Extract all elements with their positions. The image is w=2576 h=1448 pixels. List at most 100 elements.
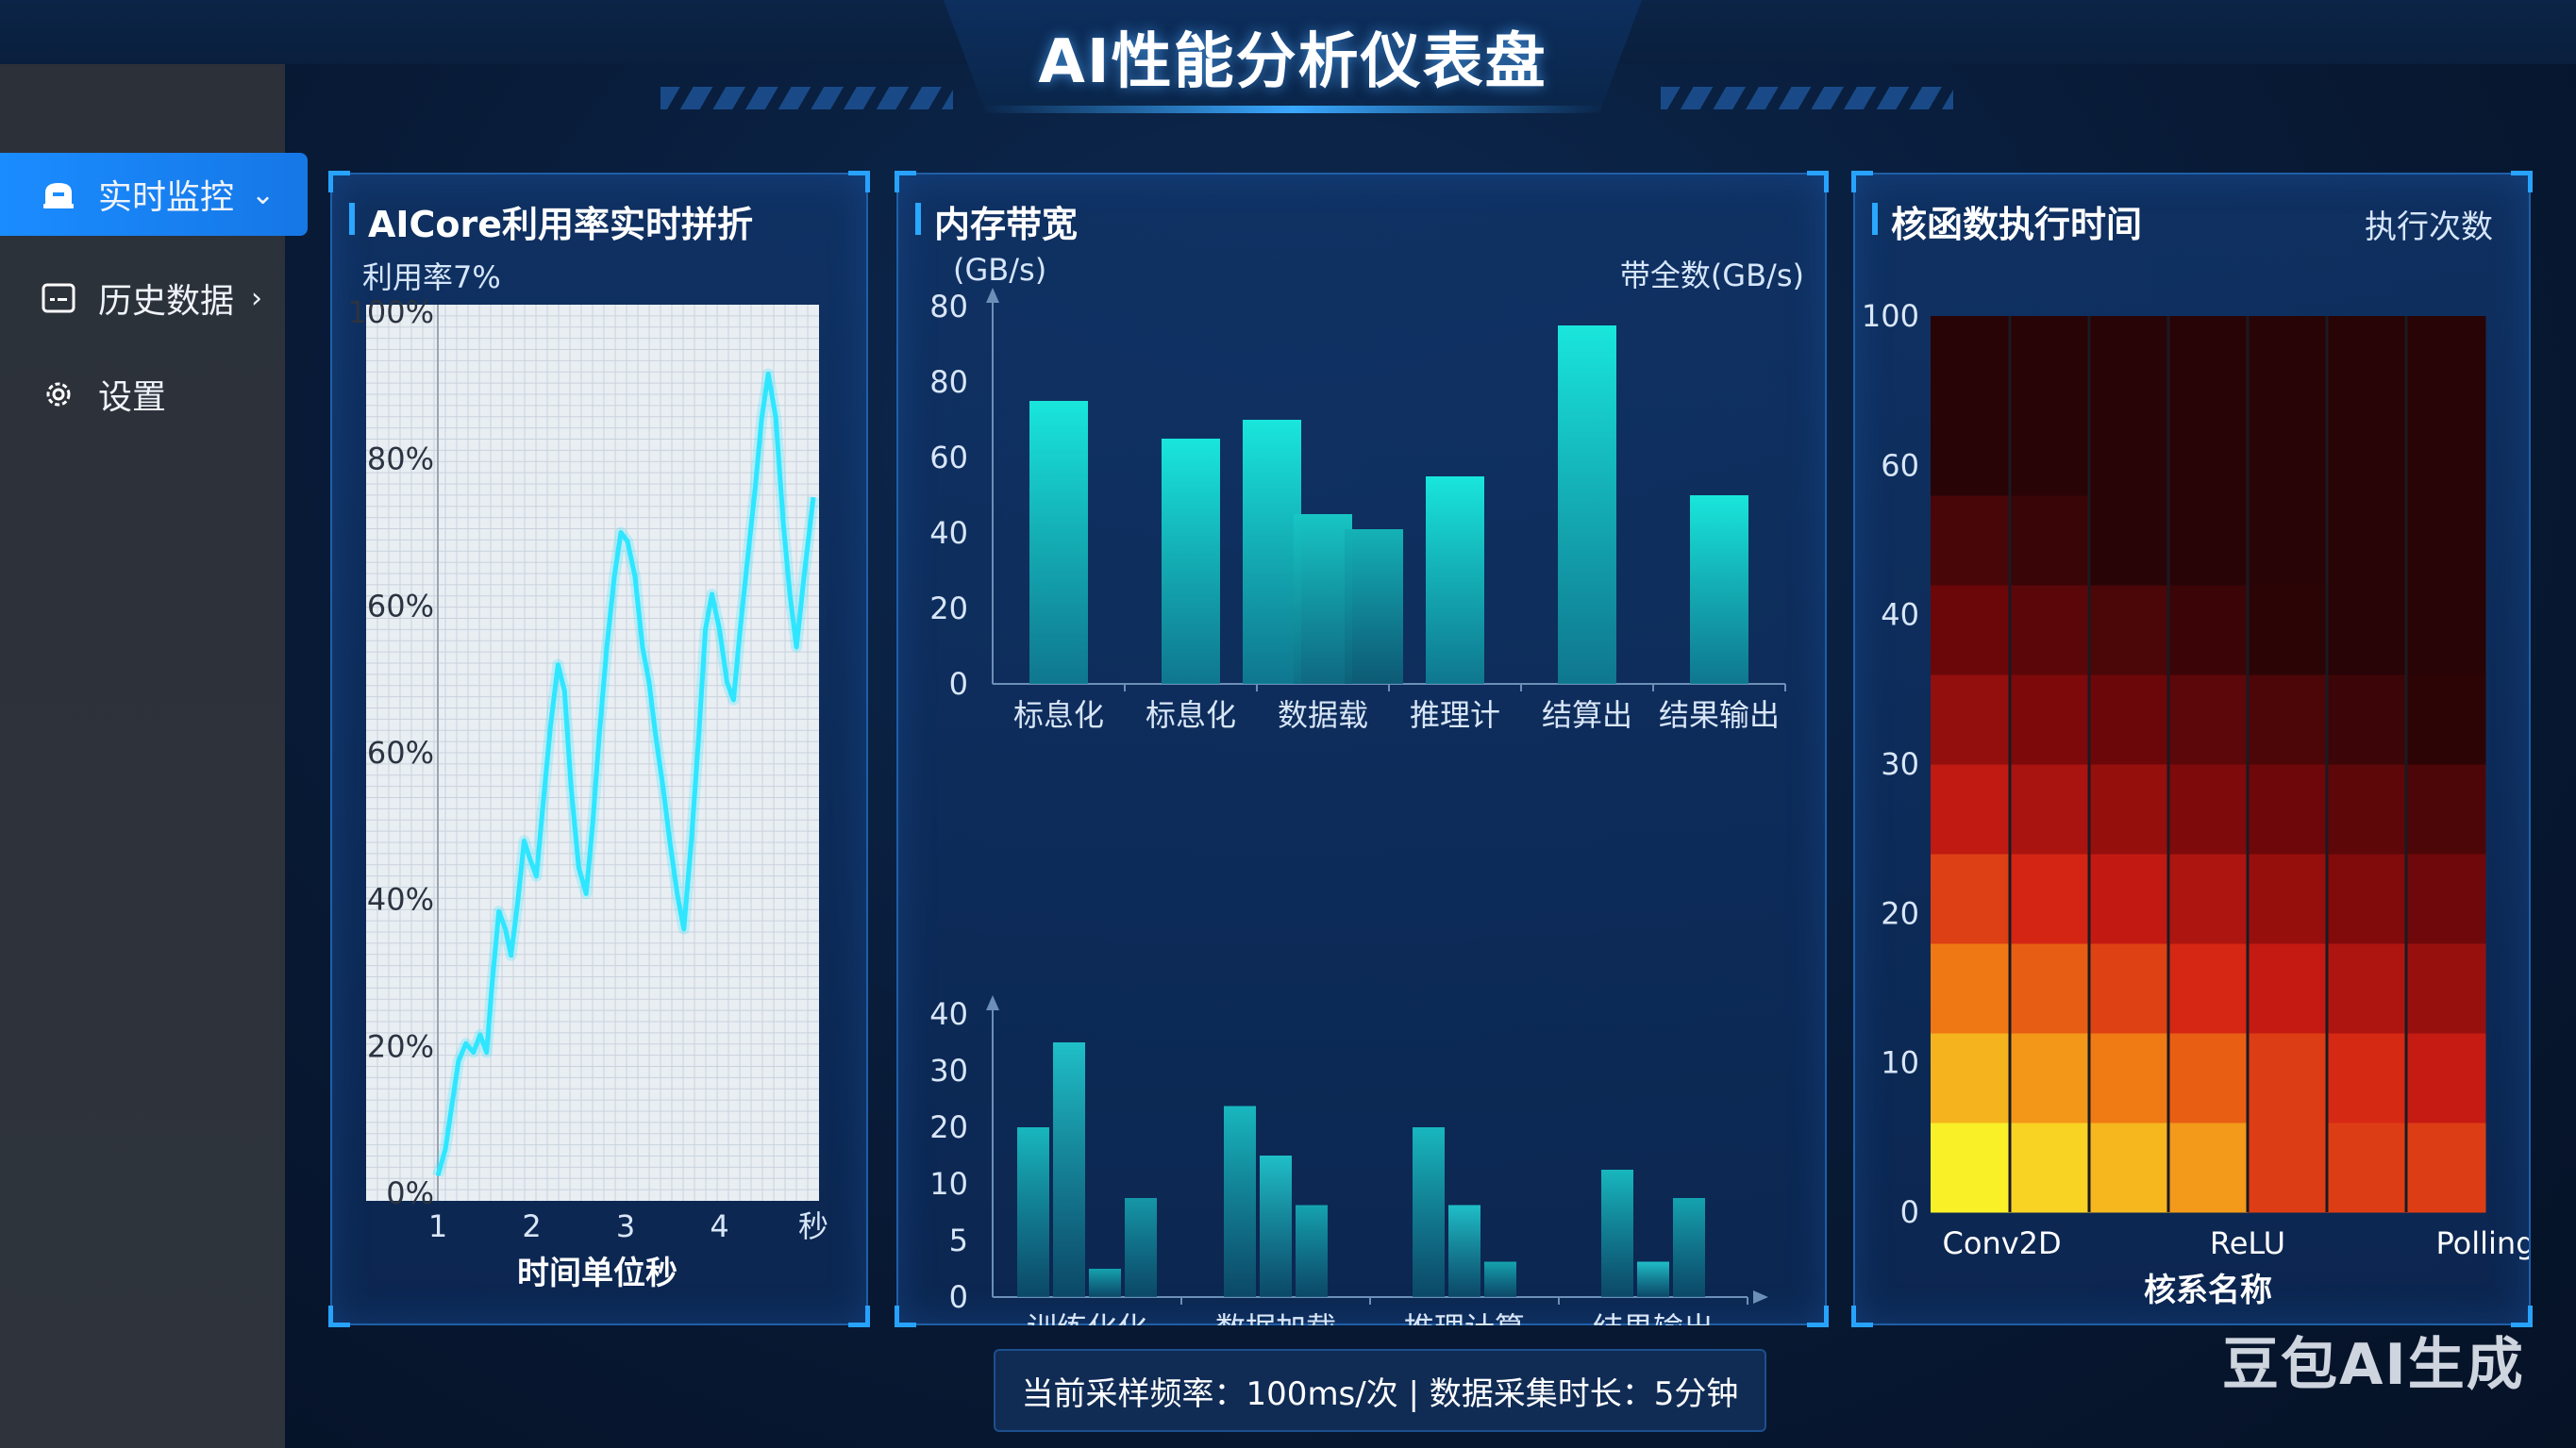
heatmap-cell bbox=[2168, 495, 2249, 586]
y-axis-arrow bbox=[986, 288, 999, 303]
heatmap-cell bbox=[2327, 674, 2407, 765]
x-tick-label: ReLU bbox=[2210, 1225, 2285, 1261]
bar bbox=[1690, 495, 1748, 684]
heatmap-cell bbox=[2406, 854, 2486, 944]
y-tick-label: 60 bbox=[929, 440, 968, 475]
y-axis-arrow bbox=[986, 995, 999, 1010]
x-axis-title: 核系名称 bbox=[2144, 1272, 2272, 1309]
bar bbox=[1260, 1156, 1292, 1297]
x-tick-label: 标息化 bbox=[1146, 697, 1236, 733]
bar bbox=[1053, 1042, 1085, 1297]
heatmap-cell bbox=[2089, 764, 2169, 855]
bar bbox=[1125, 1198, 1157, 1297]
x-axis-arrow bbox=[1753, 1290, 1768, 1304]
heatmap-cell bbox=[2406, 764, 2486, 855]
bar bbox=[1413, 1127, 1445, 1297]
heatmap-cell bbox=[2406, 674, 2486, 765]
bar bbox=[1296, 1205, 1328, 1297]
heatmap-cell bbox=[2248, 674, 2328, 765]
heatmap-cell bbox=[2089, 406, 2169, 496]
y-tick-label: 10 bbox=[929, 1166, 968, 1202]
heatmap-cell bbox=[2327, 495, 2407, 586]
heatmap-cell bbox=[2089, 585, 2169, 675]
heatmap-cell bbox=[2248, 406, 2328, 496]
y-tick-label: 0 bbox=[949, 1279, 968, 1315]
x-tick-label: 1 bbox=[428, 1208, 447, 1244]
y-tick-label: 100% bbox=[348, 294, 434, 330]
heatmap-cell bbox=[2168, 406, 2249, 496]
heatmap-cell bbox=[2327, 943, 2407, 1034]
heatmap-cell bbox=[2327, 1033, 2407, 1123]
y-tick-label: 20% bbox=[367, 1028, 434, 1064]
heatmap-cell bbox=[2089, 1033, 2169, 1123]
heatmap-cell bbox=[2406, 316, 2486, 407]
y-tick-label: 5 bbox=[949, 1223, 968, 1258]
x-tick-label: 推理计 bbox=[1410, 697, 1500, 733]
bar bbox=[1089, 1269, 1121, 1297]
aicore-line-chart: 0% 20% 40% 60% 60% 80% 100% 1 2 3 4 秒时间单位秒 bbox=[348, 294, 828, 1292]
heatmap-cell bbox=[2010, 1123, 2090, 1213]
title-glow bbox=[981, 106, 1604, 113]
y-tick-label: 20 bbox=[929, 1109, 968, 1145]
y-tick-label: 0 bbox=[1900, 1194, 1919, 1230]
x-tick-label: 3 bbox=[616, 1208, 635, 1244]
x-tick-label: 标息化 bbox=[1013, 697, 1104, 733]
panel-kernel-time: 核函数执行时间 执行次数 0 10 20 30 40 60 100 Conv2D ReLU Pol… bbox=[1851, 171, 2533, 1327]
x-tick-label: 训练化化 bbox=[1027, 1310, 1147, 1325]
kernel-heatmap: 0 10 20 30 40 60 100 Conv2D ReLU Polling 核系名称 bbox=[1862, 298, 2529, 1309]
x-tick-label: 2 bbox=[522, 1208, 541, 1244]
y-tick-label: 30 bbox=[1881, 746, 1919, 782]
y-tick-label: 80 bbox=[929, 289, 968, 325]
y-tick-label: 40 bbox=[929, 515, 968, 551]
y-tick-label: 60 bbox=[1881, 447, 1919, 483]
y-tick-label: 60% bbox=[367, 735, 434, 771]
y-tick-label: 0 bbox=[949, 666, 968, 702]
sidebar-item-label: 设置 bbox=[98, 378, 167, 417]
monitor-icon bbox=[38, 174, 79, 215]
y-tick-label: 80% bbox=[367, 441, 434, 477]
heatmap-cell bbox=[1931, 943, 2011, 1034]
heatmap-cell bbox=[2168, 764, 2249, 855]
heatmap-cell bbox=[2010, 585, 2090, 675]
heatmap-cell bbox=[2327, 1123, 2407, 1213]
bar bbox=[1029, 401, 1088, 684]
bar bbox=[1558, 325, 1616, 684]
heatmap-cell bbox=[2168, 1123, 2249, 1213]
panel-memory-bandwidth: 内存带宽 (GB/s) 带全数(GB/s) 0 20 40 60 80 80 标息化 标息化数… bbox=[895, 171, 1829, 1327]
heatmap-cell bbox=[2248, 1033, 2328, 1123]
sidebar-item-realtime-monitor[interactable]: 实时监控 ⌄ bbox=[0, 153, 308, 236]
heatmap-cell bbox=[2089, 943, 2169, 1034]
heatmap-cell bbox=[2327, 854, 2407, 944]
heatmap-cell bbox=[1931, 585, 2011, 675]
heatmap-cell bbox=[2089, 674, 2169, 765]
heatmap-cell bbox=[2168, 674, 2249, 765]
heatmap-cell bbox=[2010, 764, 2090, 855]
y-tick-label: 80 bbox=[929, 364, 968, 400]
sidebar-item-history[interactable]: 历史数据 › bbox=[0, 257, 308, 340]
heatmap-cell bbox=[2406, 943, 2486, 1034]
heatmap-cell bbox=[2248, 495, 2328, 586]
sampling-info-bar: 当前采样频率：100ms/次 | 数据采集时长：5分钟 bbox=[994, 1349, 1766, 1432]
header-stripes-left bbox=[661, 87, 953, 109]
sidebar-item-settings[interactable]: 设置 bbox=[0, 353, 308, 436]
gear-icon bbox=[38, 374, 79, 415]
heatmap-cell bbox=[2248, 316, 2328, 407]
x-tick-label: 结算出 bbox=[1542, 697, 1632, 733]
bar bbox=[1601, 1170, 1633, 1297]
heatmap-cell bbox=[2168, 316, 2249, 407]
heatmap-cell bbox=[2010, 406, 2090, 496]
y-tick-label: 40 bbox=[1881, 597, 1919, 633]
heatmap-cell bbox=[2089, 1123, 2169, 1213]
y-tick-label: 10 bbox=[1881, 1045, 1919, 1081]
y-tick-label: 20 bbox=[1881, 895, 1919, 931]
bar bbox=[1637, 1261, 1669, 1297]
heatmap-cell bbox=[2168, 943, 2249, 1034]
heatmap-cell bbox=[2010, 1033, 2090, 1123]
chevron-right-icon: › bbox=[251, 281, 263, 315]
y-tick-label: 20 bbox=[929, 591, 968, 626]
heatmap-cell bbox=[1931, 1123, 2011, 1213]
heatmap-cell bbox=[1931, 406, 2011, 496]
x-tick-label: 数据加载 bbox=[1215, 1310, 1336, 1325]
bar bbox=[1448, 1205, 1480, 1297]
bar bbox=[1243, 420, 1301, 684]
